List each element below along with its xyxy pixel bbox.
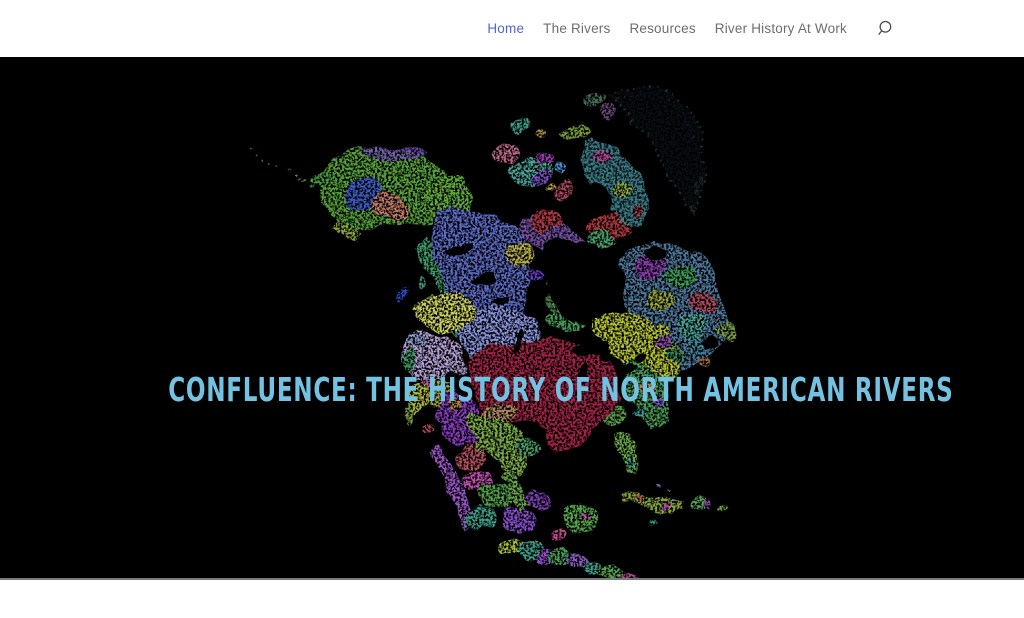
search-button[interactable]	[875, 18, 896, 39]
main-nav: Home The Rivers Resources River History …	[487, 18, 896, 39]
nav-the-rivers[interactable]: The Rivers	[543, 22, 610, 36]
hero-title-text: CONFLUENCE: THE HISTORY OF NORTH AMERICA…	[168, 373, 953, 406]
hero-title: CONFLUENCE: THE HISTORY OF NORTH AMERICA…	[0, 372, 1024, 409]
nav-river-history-at-work[interactable]: River History At Work	[715, 22, 847, 36]
search-icon	[877, 20, 894, 37]
site-header: Home The Rivers Resources River History …	[0, 0, 1024, 57]
nav-home[interactable]: Home	[487, 22, 524, 36]
river-basin-map	[0, 57, 1024, 578]
hero-section: CONFLUENCE: THE HISTORY OF NORTH AMERICA…	[0, 57, 1024, 580]
content-below-hero	[0, 580, 1024, 618]
nav-resources[interactable]: Resources	[629, 22, 695, 36]
